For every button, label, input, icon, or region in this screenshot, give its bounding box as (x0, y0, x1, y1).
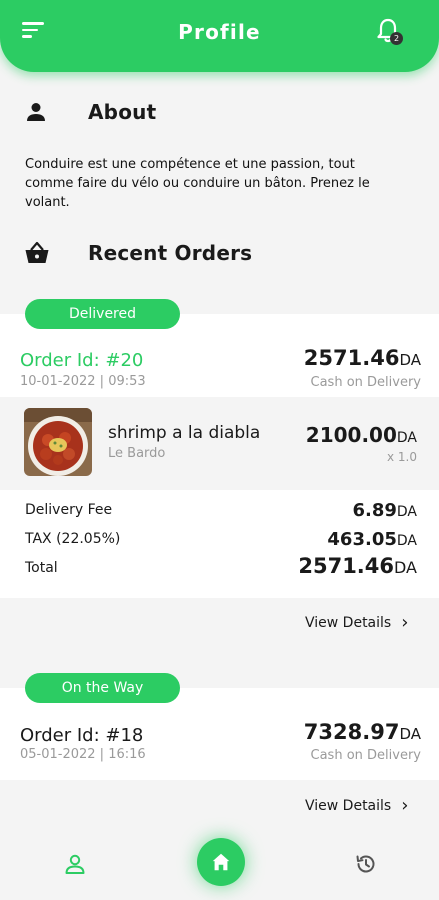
recent-orders-header: Recent Orders (24, 241, 252, 265)
recent-orders-heading: Recent Orders (88, 241, 253, 265)
item-name: shrimp a la diabla (108, 423, 261, 443)
order-amount-value: 2571.46 (303, 346, 400, 370)
home-icon (212, 853, 230, 871)
order-amount-currency: DA (399, 725, 421, 743)
order-amount: 7328.97DA (304, 720, 421, 744)
history-icon (356, 855, 375, 873)
user-outline-icon (65, 854, 85, 874)
notification-badge: 2 (390, 32, 403, 45)
nav-home-button[interactable] (197, 838, 245, 886)
about-section-header: About (24, 100, 156, 124)
status-badge: On the Way (25, 673, 180, 703)
page-title: Profile (178, 20, 261, 44)
user-icon (27, 103, 45, 121)
total-currency: DA (394, 558, 417, 577)
chevron-right-icon: › (401, 795, 409, 816)
tax-value: 463.05DA (327, 529, 417, 550)
item-price-value: 2100.00 (305, 423, 397, 447)
view-details-label: View Details (305, 797, 392, 814)
chevron-right-icon: › (401, 612, 409, 633)
order-amount: 2571.46DA (304, 346, 421, 370)
food-image (24, 408, 92, 476)
order-date: 05-01-2022 | 16:16 (20, 747, 146, 762)
order-date: 10-01-2022 | 09:53 (20, 374, 146, 389)
app-header: Profile 2 (0, 0, 439, 72)
basket-icon (25, 241, 49, 263)
item-restaurant: Le Bardo (108, 446, 166, 461)
total-value: 2571.46DA (298, 554, 417, 578)
notifications-button[interactable]: 2 (376, 18, 404, 48)
order-amount-value: 7328.97 (303, 720, 400, 744)
payment-method: Cash on Delivery (310, 375, 421, 390)
order-amount-currency: DA (399, 351, 421, 369)
about-heading: About (88, 100, 157, 124)
delivery-fee-value: 6.89DA (352, 500, 417, 521)
nav-history-button[interactable] (354, 852, 378, 880)
view-details-label: View Details (305, 614, 392, 631)
view-details-button[interactable]: View Details › (305, 612, 408, 633)
delivery-fee-currency: DA (396, 504, 417, 520)
order-id: Order Id: #18 (20, 725, 144, 746)
tax-amount: 463.05 (327, 529, 397, 550)
about-text: Conduire est une compétence et une passi… (25, 157, 370, 210)
order-id: Order Id: #20 (20, 350, 144, 371)
item-price-currency: DA (396, 430, 417, 446)
view-details-button[interactable]: View Details › (305, 795, 408, 816)
item-price: 2100.00DA (306, 423, 417, 447)
nav-profile-button[interactable] (63, 852, 87, 880)
delivery-fee-label: Delivery Fee (25, 502, 113, 518)
tax-label: TAX (22.05%) (25, 531, 121, 547)
tax-currency: DA (396, 533, 417, 549)
total-label: Total (25, 560, 58, 576)
total-amount: 2571.46 (298, 554, 395, 578)
item-quantity: x 1.0 (387, 450, 417, 464)
delivery-fee-amount: 6.89 (352, 500, 397, 521)
payment-method: Cash on Delivery (310, 748, 421, 763)
status-badge: Delivered (25, 299, 180, 329)
